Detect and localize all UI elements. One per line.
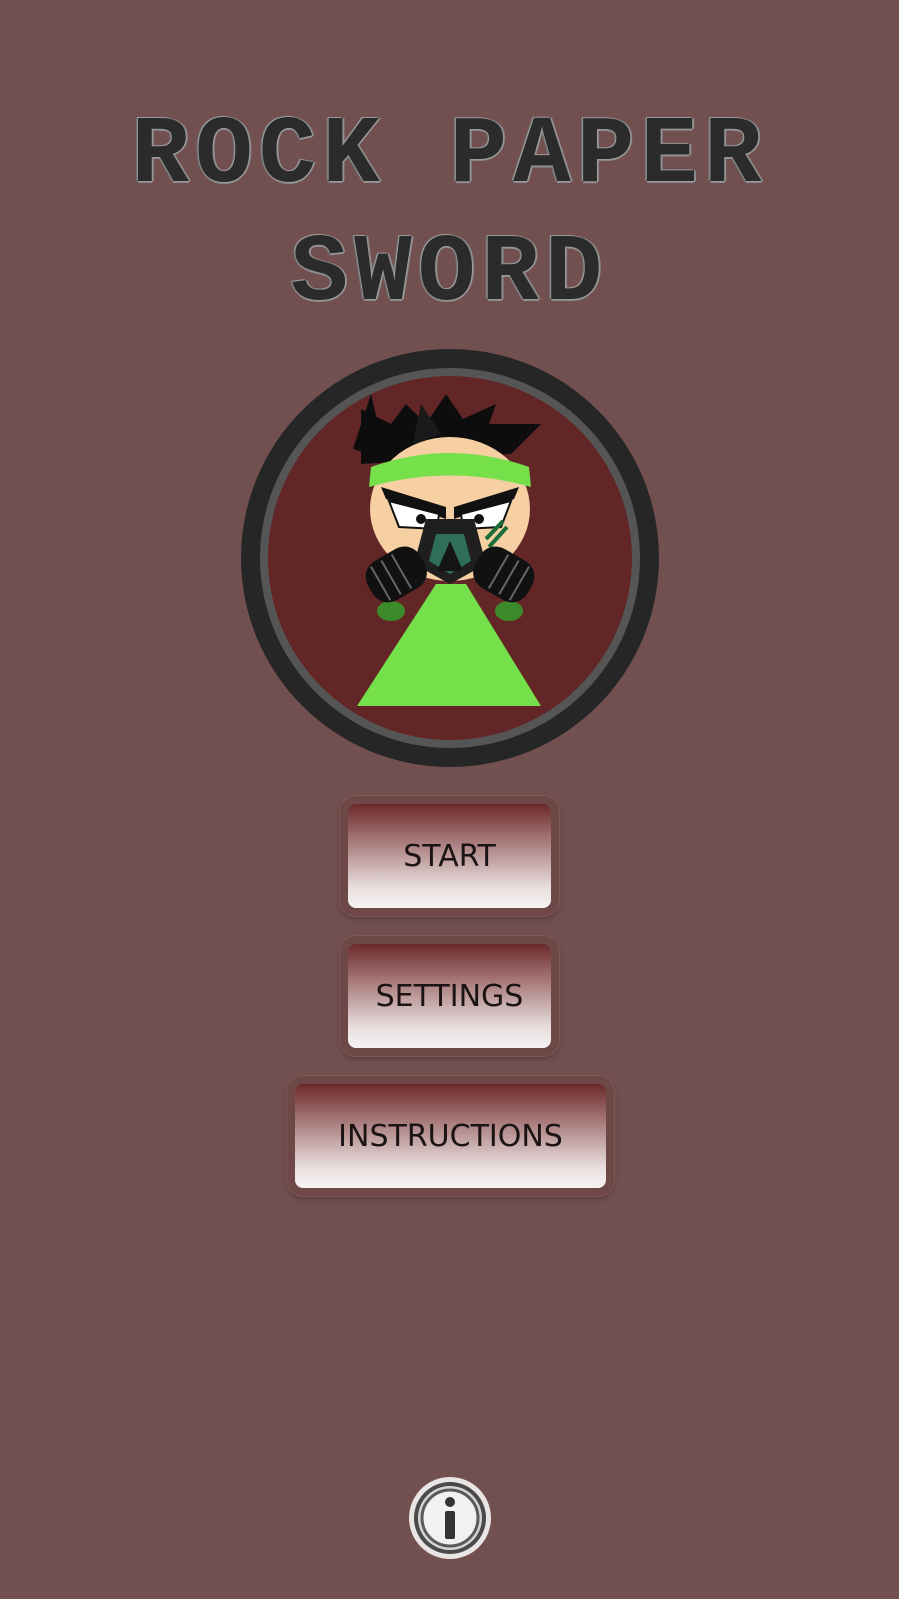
settings-button[interactable]: SETTINGS bbox=[348, 944, 551, 1048]
game-title-line-2: SWORD bbox=[290, 219, 609, 328]
start-button[interactable]: START bbox=[348, 804, 551, 908]
info-button[interactable] bbox=[407, 1475, 493, 1561]
character-avatar bbox=[241, 349, 659, 767]
instructions-button[interactable]: INSTRUCTIONS bbox=[295, 1084, 606, 1188]
info-icon bbox=[409, 1477, 491, 1559]
game-title-line-1: ROCK PAPER bbox=[131, 101, 768, 210]
